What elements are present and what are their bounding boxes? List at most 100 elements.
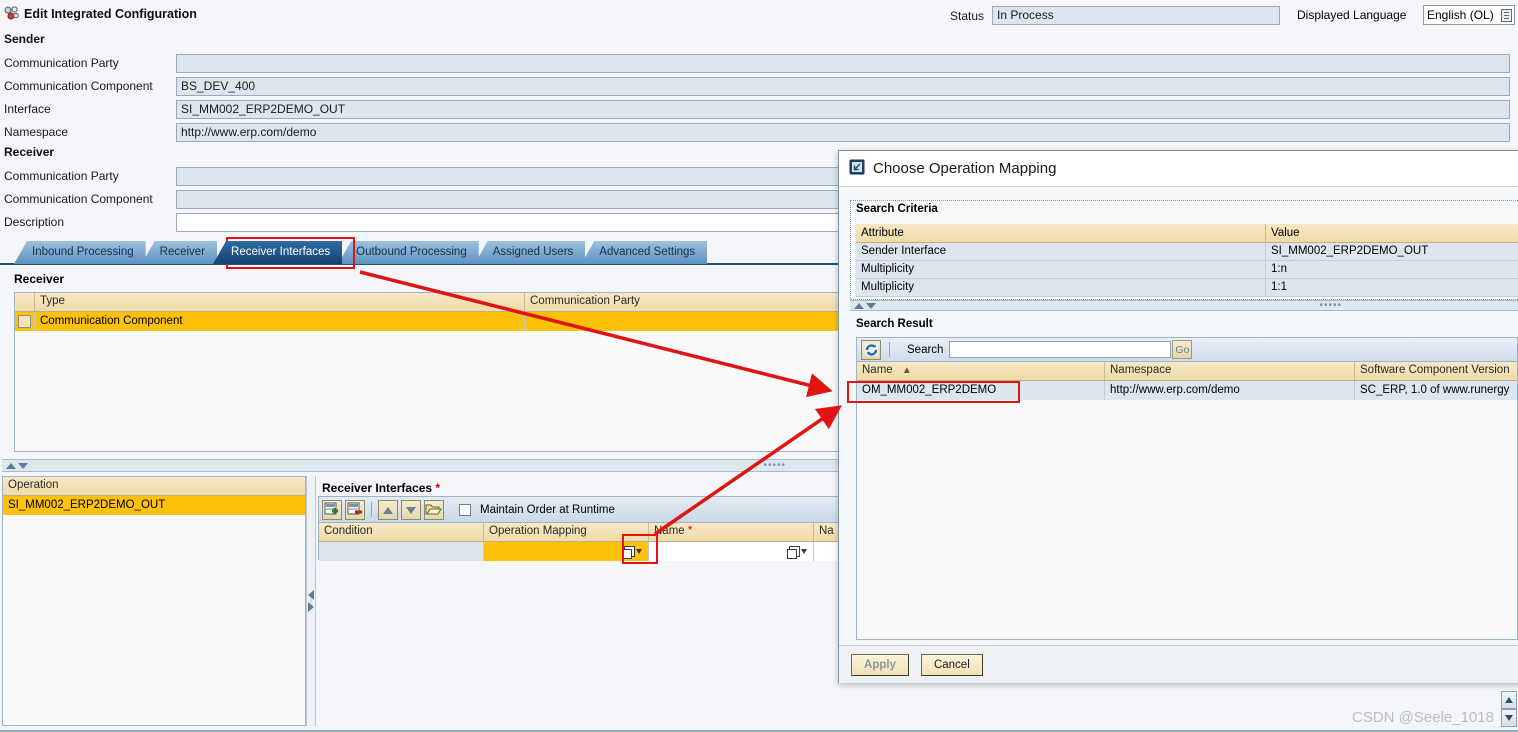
collapse-up-icon[interactable]: [6, 462, 16, 469]
table-row[interactable]: Communication Component: [15, 312, 845, 331]
tab-receiver[interactable]: Receiver: [141, 241, 218, 264]
select-all-cell[interactable]: [15, 293, 35, 311]
tab-advanced-settings[interactable]: Advanced Settings: [581, 241, 708, 264]
collapse-down-icon[interactable]: [18, 462, 28, 469]
cell-value[interactable]: 1:n: [1266, 261, 1518, 279]
column-condition[interactable]: Condition: [319, 523, 484, 541]
tab-assigned-users[interactable]: Assigned Users: [474, 241, 586, 264]
search-criteria-table: Attribute Value Sender Interface SI_MM00…: [856, 224, 1518, 306]
watermark: CSDN @Seele_1018: [1352, 709, 1494, 726]
tabstrip: Inbound Processing Receiver Receiver Int…: [14, 240, 708, 264]
cell-attribute[interactable]: Multiplicity: [856, 261, 1266, 279]
table-row[interactable]: Sender Interface SI_MM002_ERP2DEMO_OUT: [856, 243, 1518, 261]
cell-namespace[interactable]: http://www.erp.com/demo: [1105, 381, 1355, 400]
receiver-interfaces-toolbar: Maintain Order at Runtime: [318, 496, 846, 522]
cell-attribute[interactable]: Multiplicity: [856, 279, 1266, 297]
column-software-component-version[interactable]: Software Component Version: [1355, 362, 1517, 380]
tab-inbound-processing[interactable]: Inbound Processing: [14, 241, 146, 264]
tab-outbound-processing[interactable]: Outbound Processing: [338, 241, 479, 264]
search-criteria-caption: Search Criteria: [856, 203, 938, 215]
sr-table-header: Name ▲ Namespace Software Component Vers…: [857, 362, 1517, 381]
sort-ascending-icon[interactable]: ▲: [902, 362, 912, 379]
sender-row-interface: Interface SI_MM002_ERP2DEMO_OUT: [4, 100, 1514, 120]
column-communication-party[interactable]: Communication Party: [525, 293, 845, 311]
cell-type[interactable]: Communication Component: [35, 312, 525, 331]
row-select-cell[interactable]: [15, 312, 35, 331]
search-input[interactable]: [949, 341, 1172, 358]
column-operation-mapping[interactable]: Operation Mapping: [484, 523, 649, 541]
splitter-grip-icon: •••••: [763, 460, 786, 471]
tab-label: Assigned Users: [492, 246, 574, 258]
table-row[interactable]: OM_MM002_ERP2DEMO http://www.erp.com/dem…: [857, 381, 1517, 400]
cell-operation[interactable]: SI_MM002_ERP2DEMO_OUT: [3, 496, 305, 515]
dialog-splitter[interactable]: •••••: [850, 300, 1518, 311]
collapse-down-icon[interactable]: [866, 302, 876, 309]
column-name[interactable]: Name: [649, 523, 814, 541]
column-name[interactable]: Name ▲: [857, 362, 1105, 380]
cell-value[interactable]: 1:1: [1266, 279, 1518, 297]
move-up-icon[interactable]: [378, 499, 398, 520]
column-attribute[interactable]: Attribute: [856, 224, 1266, 243]
cell-attribute[interactable]: Sender Interface: [856, 243, 1266, 261]
column-type[interactable]: Type: [35, 293, 525, 311]
sender-row-party: Communication Party: [4, 54, 1514, 74]
insert-row-icon[interactable]: [322, 499, 342, 520]
refresh-icon[interactable]: [861, 339, 881, 360]
scroll-up-icon[interactable]: [1501, 691, 1517, 709]
receiver-component-label: Communication Component: [4, 192, 153, 206]
move-down-icon[interactable]: [401, 499, 421, 520]
go-button[interactable]: Go: [1172, 340, 1193, 359]
list-item[interactable]: SI_MM002_ERP2DEMO_OUT: [3, 496, 305, 515]
cell-communication-party[interactable]: [525, 312, 845, 331]
displayed-language-label: Displayed Language: [1297, 8, 1407, 22]
scroll-down-icon[interactable]: [1501, 709, 1517, 727]
cell-value[interactable]: SI_MM002_ERP2DEMO_OUT: [1266, 243, 1518, 261]
splitter-collapse-icons[interactable]: [854, 302, 876, 309]
window-scrollbar[interactable]: [1501, 691, 1517, 731]
displayed-language-value: English (OL): [1427, 8, 1494, 22]
tab-receiver-interfaces[interactable]: Receiver Interfaces: [213, 241, 343, 264]
operation-mapping-f4-help-icon[interactable]: [622, 544, 646, 559]
table-row[interactable]: [319, 542, 845, 561]
maintain-order-checkbox[interactable]: [459, 503, 471, 516]
tab-label: Advanced Settings: [599, 246, 696, 258]
cell-condition[interactable]: [319, 542, 484, 561]
table-row[interactable]: Multiplicity 1:n: [856, 261, 1518, 279]
cell-name[interactable]: OM_MM002_ERP2DEMO: [857, 381, 1105, 400]
sc-table-header: Attribute Value: [856, 224, 1518, 243]
dialog-titlebar: Choose Operation Mapping: [839, 151, 1518, 187]
cancel-button[interactable]: Cancel: [920, 654, 983, 676]
cell-software-component-version[interactable]: SC_ERP, 1.0 of www.runergy: [1355, 381, 1517, 400]
status-label: Status: [950, 8, 985, 23]
delete-row-icon[interactable]: [345, 499, 365, 520]
vertical-splitter[interactable]: ⁞: [306, 476, 316, 726]
sender-heading: Sender: [4, 32, 45, 46]
search-result-toolbar: Search Go: [856, 337, 1518, 361]
language-list-icon[interactable]: [1501, 9, 1512, 22]
open-folder-icon[interactable]: [424, 499, 444, 520]
table-row[interactable]: Multiplicity 1:1: [856, 279, 1518, 297]
choose-object-icon: [849, 159, 865, 178]
receiver-party-label: Communication Party: [4, 169, 119, 183]
splitter-collapse-icons[interactable]: [6, 462, 28, 469]
column-namespace[interactable]: Namespace: [1105, 362, 1355, 380]
sender-party-field[interactable]: [176, 54, 1510, 73]
sender-row-namespace: Namespace http://www.erp.com/demo: [4, 123, 1514, 143]
splitter-grip-icon: •••••: [1319, 300, 1342, 311]
status-value: In Process: [992, 6, 1281, 25]
tab-label: Outbound Processing: [356, 246, 467, 258]
name-f4-help-icon[interactable]: [787, 544, 811, 559]
sender-component-field[interactable]: BS_DEV_400: [176, 77, 1510, 96]
search-label: Search: [907, 343, 944, 356]
cell-operation-mapping[interactable]: [484, 542, 649, 561]
sender-namespace-field[interactable]: http://www.erp.com/demo: [176, 123, 1510, 142]
sender-interface-field[interactable]: SI_MM002_ERP2DEMO_OUT: [176, 100, 1510, 119]
dialog-title: Choose Operation Mapping: [873, 160, 1057, 177]
column-value[interactable]: Value: [1266, 224, 1518, 243]
horizontal-splitter[interactable]: •••••: [2, 459, 846, 472]
displayed-language-select[interactable]: English (OL): [1423, 5, 1515, 25]
collapse-up-icon[interactable]: [854, 302, 864, 309]
column-operation[interactable]: Operation: [3, 477, 305, 495]
cell-name[interactable]: [649, 542, 814, 561]
apply-button[interactable]: Apply: [851, 654, 909, 676]
